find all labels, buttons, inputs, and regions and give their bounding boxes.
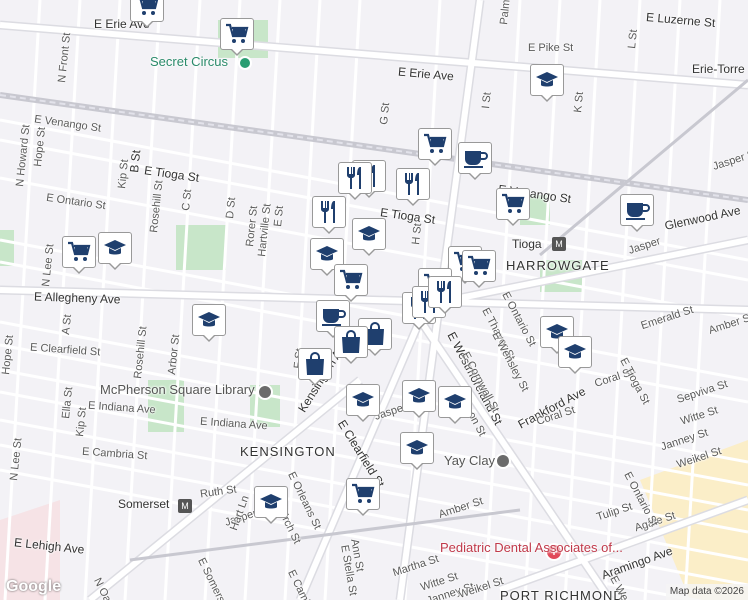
restaurant-icon — [343, 165, 367, 191]
tioga-station-icon[interactable]: M — [552, 237, 566, 251]
shopping-bag-icon — [304, 352, 326, 376]
school-marker[interactable] — [254, 486, 288, 524]
cafe-icon — [320, 305, 346, 327]
shopping-cart-marker[interactable] — [62, 236, 96, 274]
school-marker[interactable] — [346, 384, 380, 422]
map-attribution[interactable]: Map data ©2026 — [665, 584, 748, 600]
school-marker[interactable] — [530, 64, 564, 102]
restaurant-marker[interactable] — [428, 276, 462, 314]
school-marker[interactable] — [558, 336, 592, 374]
shopping-bag-marker[interactable] — [334, 326, 368, 364]
yay-clay-label: Yay Clay — [444, 453, 496, 468]
school-marker[interactable] — [402, 380, 436, 418]
school-icon — [259, 491, 283, 513]
shopping-cart-icon — [405, 437, 429, 459]
school-icon — [103, 237, 127, 259]
school-icon — [357, 223, 381, 245]
shopping-cart-icon — [67, 241, 91, 263]
street-label: H St — [410, 222, 425, 246]
school-marker[interactable] — [352, 218, 386, 256]
street-label: E Pike St — [528, 42, 574, 54]
cafe-marker[interactable] — [458, 142, 492, 180]
station-label: Somerset — [118, 497, 170, 511]
street-label: Erie-Torre — [692, 62, 745, 76]
shopping-cart-marker[interactable] — [400, 432, 434, 470]
shopping-cart-marker[interactable] — [496, 188, 530, 226]
restaurant-marker[interactable] — [312, 196, 346, 234]
shopping-bag-marker[interactable] — [298, 348, 332, 386]
shopping-cart-marker[interactable] — [220, 18, 254, 56]
school-icon — [197, 309, 221, 331]
school-icon — [535, 69, 559, 91]
library-label: McPherson Square Library — [100, 382, 255, 397]
shopping-cart-icon — [339, 269, 363, 291]
shopping-cart-icon — [501, 193, 525, 215]
restaurant-icon — [317, 199, 341, 225]
school-marker[interactable] — [438, 386, 472, 424]
station-label: Tioga — [512, 237, 542, 251]
street-label: E Allegheny Ave — [33, 289, 121, 307]
school-icon — [407, 385, 431, 407]
school-icon — [351, 389, 375, 411]
shopping-cart-icon — [467, 255, 491, 277]
neighborhood-label: HARROWGATE — [506, 258, 610, 273]
street-label: A St — [60, 313, 75, 336]
school-icon — [351, 483, 375, 505]
cafe-icon — [462, 147, 488, 169]
shopping-cart-marker[interactable] — [334, 264, 368, 302]
shopping-bag-icon — [340, 330, 362, 354]
restaurant-marker[interactable] — [396, 168, 430, 206]
shopping-cart-icon — [225, 23, 249, 45]
shopping-cart-icon — [135, 0, 159, 17]
street-label: E St — [272, 205, 287, 228]
street-label: I St — [480, 91, 494, 110]
school-icon — [563, 341, 587, 363]
pediatric-label: Pediatric Dental Associates of... — [440, 540, 623, 555]
street-label: G St — [378, 102, 393, 126]
street-label: C St — [180, 188, 195, 212]
school-marker[interactable] — [192, 304, 226, 342]
somerset-station-icon[interactable]: M — [178, 499, 192, 513]
secret-circus-label: Secret Circus — [150, 54, 229, 69]
restaurant-marker[interactable] — [338, 162, 372, 200]
neighborhood-label: KENSINGTON — [240, 444, 336, 459]
shopping-cart-marker[interactable] — [130, 0, 164, 28]
school-marker[interactable] — [346, 478, 380, 516]
school-icon — [315, 243, 339, 265]
school-marker[interactable] — [98, 232, 132, 270]
shopping-cart-marker[interactable] — [418, 128, 452, 166]
street-label: L St — [626, 28, 640, 50]
school-icon — [443, 391, 467, 413]
cafe-icon — [624, 199, 650, 221]
library-marker[interactable] — [257, 384, 273, 400]
map-canvas[interactable]: + M M E Erie Ave E Erie Ave E Luzerne St… — [0, 0, 748, 600]
google-logo: Google — [6, 578, 62, 595]
yay-clay-marker[interactable] — [495, 453, 511, 469]
neighborhood-label: PORT RICHMOND — [500, 588, 624, 600]
shopping-cart-marker[interactable] — [462, 250, 496, 288]
street-label: D St — [224, 196, 239, 220]
secret-circus-marker[interactable] — [238, 56, 252, 70]
shopping-cart-icon — [423, 133, 447, 155]
street-label: K St — [572, 91, 587, 114]
restaurant-icon — [401, 171, 425, 197]
cafe-marker[interactable] — [620, 194, 654, 232]
restaurant-icon — [433, 279, 457, 305]
